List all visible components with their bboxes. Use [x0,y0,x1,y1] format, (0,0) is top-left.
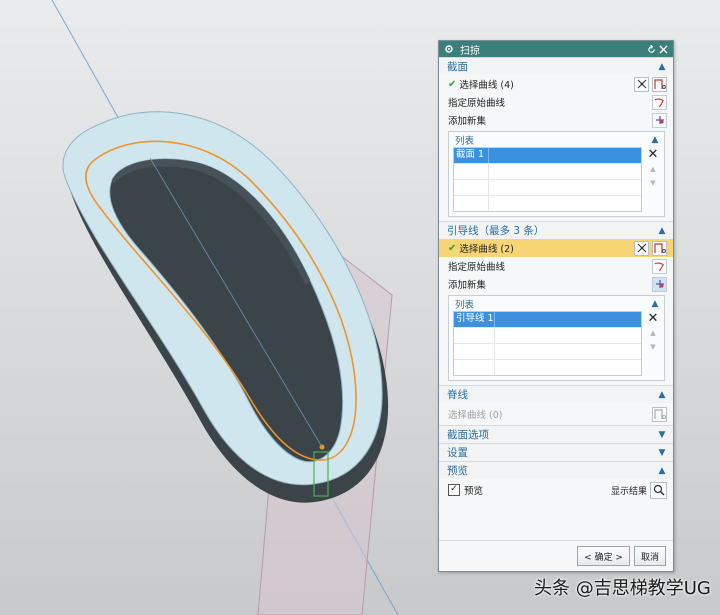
preview-row: ✓ 预览 显示结果 [439,479,673,501]
profile-list-panel: 列表 ▲ 截面 1 ✕ ▲ ▼ [448,131,665,217]
spine-select-curve-label: 选择曲线 (0) [448,410,503,421]
section-settings-header[interactable]: 设置 ▼ [439,443,673,461]
preview-checkbox-label: 预览 [464,486,484,497]
profile-list-label: 列表 [455,135,475,147]
profile-add-new-set-label: 添加新集 [448,116,487,127]
chevron-up-icon[interactable]: ▲ [657,390,667,400]
section-options-label: 截面选项 [447,429,489,441]
move-up-icon[interactable]: ▲ [650,326,655,340]
list-item-empty [454,360,641,375]
curve-selector-icon[interactable] [652,240,667,256]
preview-checkbox[interactable]: ✓ [448,484,460,496]
section-profile-header[interactable]: 截面 ▲ [439,57,673,75]
origin-curve-icon[interactable] [652,258,667,274]
list-item-label: 截面 1 [454,148,489,163]
curve-selector-icon[interactable] [652,406,667,422]
origin-curve-icon[interactable] [652,94,667,110]
guide-list-header[interactable]: 列表 ▲ [449,296,664,311]
section-profile-label: 截面 [447,61,468,73]
close-icon[interactable] [657,43,669,55]
section-settings-label: 设置 [447,447,468,459]
guide-list-panel: 列表 ▲ 引导线 1 ✕ ▲ ▼ [448,295,665,381]
checkmark-icon: ✔ [448,242,457,254]
profile-select-curve-label: 选择曲线 (4) [459,80,514,91]
move-down-icon[interactable]: ▼ [650,340,655,354]
chevron-down-icon[interactable]: ▼ [657,448,667,458]
list-item-label: 引导线 1 [454,312,495,327]
reverse-direction-icon[interactable] [634,240,649,256]
curve-selector-icon[interactable] [652,76,667,92]
profile-add-new-set-row[interactable]: 添加新集 [439,111,673,129]
guide-select-curve-row[interactable]: ✔ 选择曲线 (2) [439,239,673,257]
profile-list: 截面 1 [453,147,642,212]
profile-list-header[interactable]: 列表 ▲ [449,132,664,147]
chevron-up-icon[interactable]: ▲ [657,466,667,476]
list-item-empty [454,180,641,196]
chevron-up-icon[interactable]: ▲ [657,62,667,72]
guide-specify-origin-label: 指定原始曲线 [448,262,506,273]
list-item-empty [454,164,641,180]
guide-list-label: 列表 [455,299,475,311]
profile-specify-origin-label: 指定原始曲线 [448,98,506,109]
list-item-empty [454,344,641,360]
profile-select-curve-row[interactable]: ✔ 选择曲线 (4) [439,75,673,93]
reverse-direction-icon[interactable] [634,76,649,92]
watermark-text: 头条 @吉思梯教学UG [534,578,711,599]
reset-icon[interactable] [645,43,657,55]
remove-icon[interactable]: ✕ [648,311,659,326]
guide-specify-origin-row[interactable]: 指定原始曲线 [439,257,673,275]
section-options-header[interactable]: 截面选项 ▼ [439,425,673,443]
chevron-up-icon[interactable]: ▲ [650,299,660,309]
guide-add-new-set-row[interactable]: 添加新集 [439,275,673,293]
list-item[interactable]: 截面 1 [454,148,641,164]
section-spine-label: 脊线 [447,389,468,401]
chevron-down-icon[interactable]: ▼ [657,430,667,440]
profile-specify-origin-row[interactable]: 指定原始曲线 [439,93,673,111]
list-item[interactable]: 引导线 1 [454,312,641,328]
list-item-empty [454,196,641,211]
add-set-icon[interactable] [652,276,667,292]
guide-select-curve-label: 选择曲线 (2) [459,244,514,255]
move-down-icon[interactable]: ▼ [650,176,655,190]
section-spine-header[interactable]: 脊线 ▲ [439,385,673,403]
checkmark-icon: ✔ [448,78,457,90]
section-preview-label: 预览 [447,465,468,477]
dialog-title: 扫掠 [460,45,480,57]
move-up-icon[interactable]: ▲ [650,162,655,176]
ok-button[interactable]: < 确定 > [577,546,630,566]
spine-select-curve-row[interactable]: 选择曲线 (0) [439,403,673,425]
guide-add-new-set-label: 添加新集 [448,280,487,291]
cancel-button[interactable]: 取消 [633,546,666,566]
guide-list: 引导线 1 [453,311,642,376]
add-set-icon[interactable] [652,112,667,128]
dialog-footer: < 确定 > 取消 [439,540,673,571]
section-guide-header[interactable]: 引导线（最多 3 条） ▲ [439,221,673,239]
settings-gear-icon[interactable] [443,43,455,55]
magnifier-icon[interactable] [650,481,667,499]
section-preview-header[interactable]: 预览 ▲ [439,461,673,479]
chevron-up-icon[interactable]: ▲ [657,226,667,236]
sweep-dialog: 扫掠 截面 ▲ ✔ 选择曲线 (4) 指定原始曲线 添加新集 列表 ▲ 截面 1… [438,40,674,572]
section-guide-label: 引导线（最多 3 条） [447,225,545,237]
list-item-empty [454,328,641,344]
chevron-up-icon[interactable]: ▲ [650,135,660,145]
remove-icon[interactable]: ✕ [648,147,659,162]
show-result-label: 显示结果 [610,486,647,497]
dialog-titlebar: 扫掠 [439,41,673,57]
